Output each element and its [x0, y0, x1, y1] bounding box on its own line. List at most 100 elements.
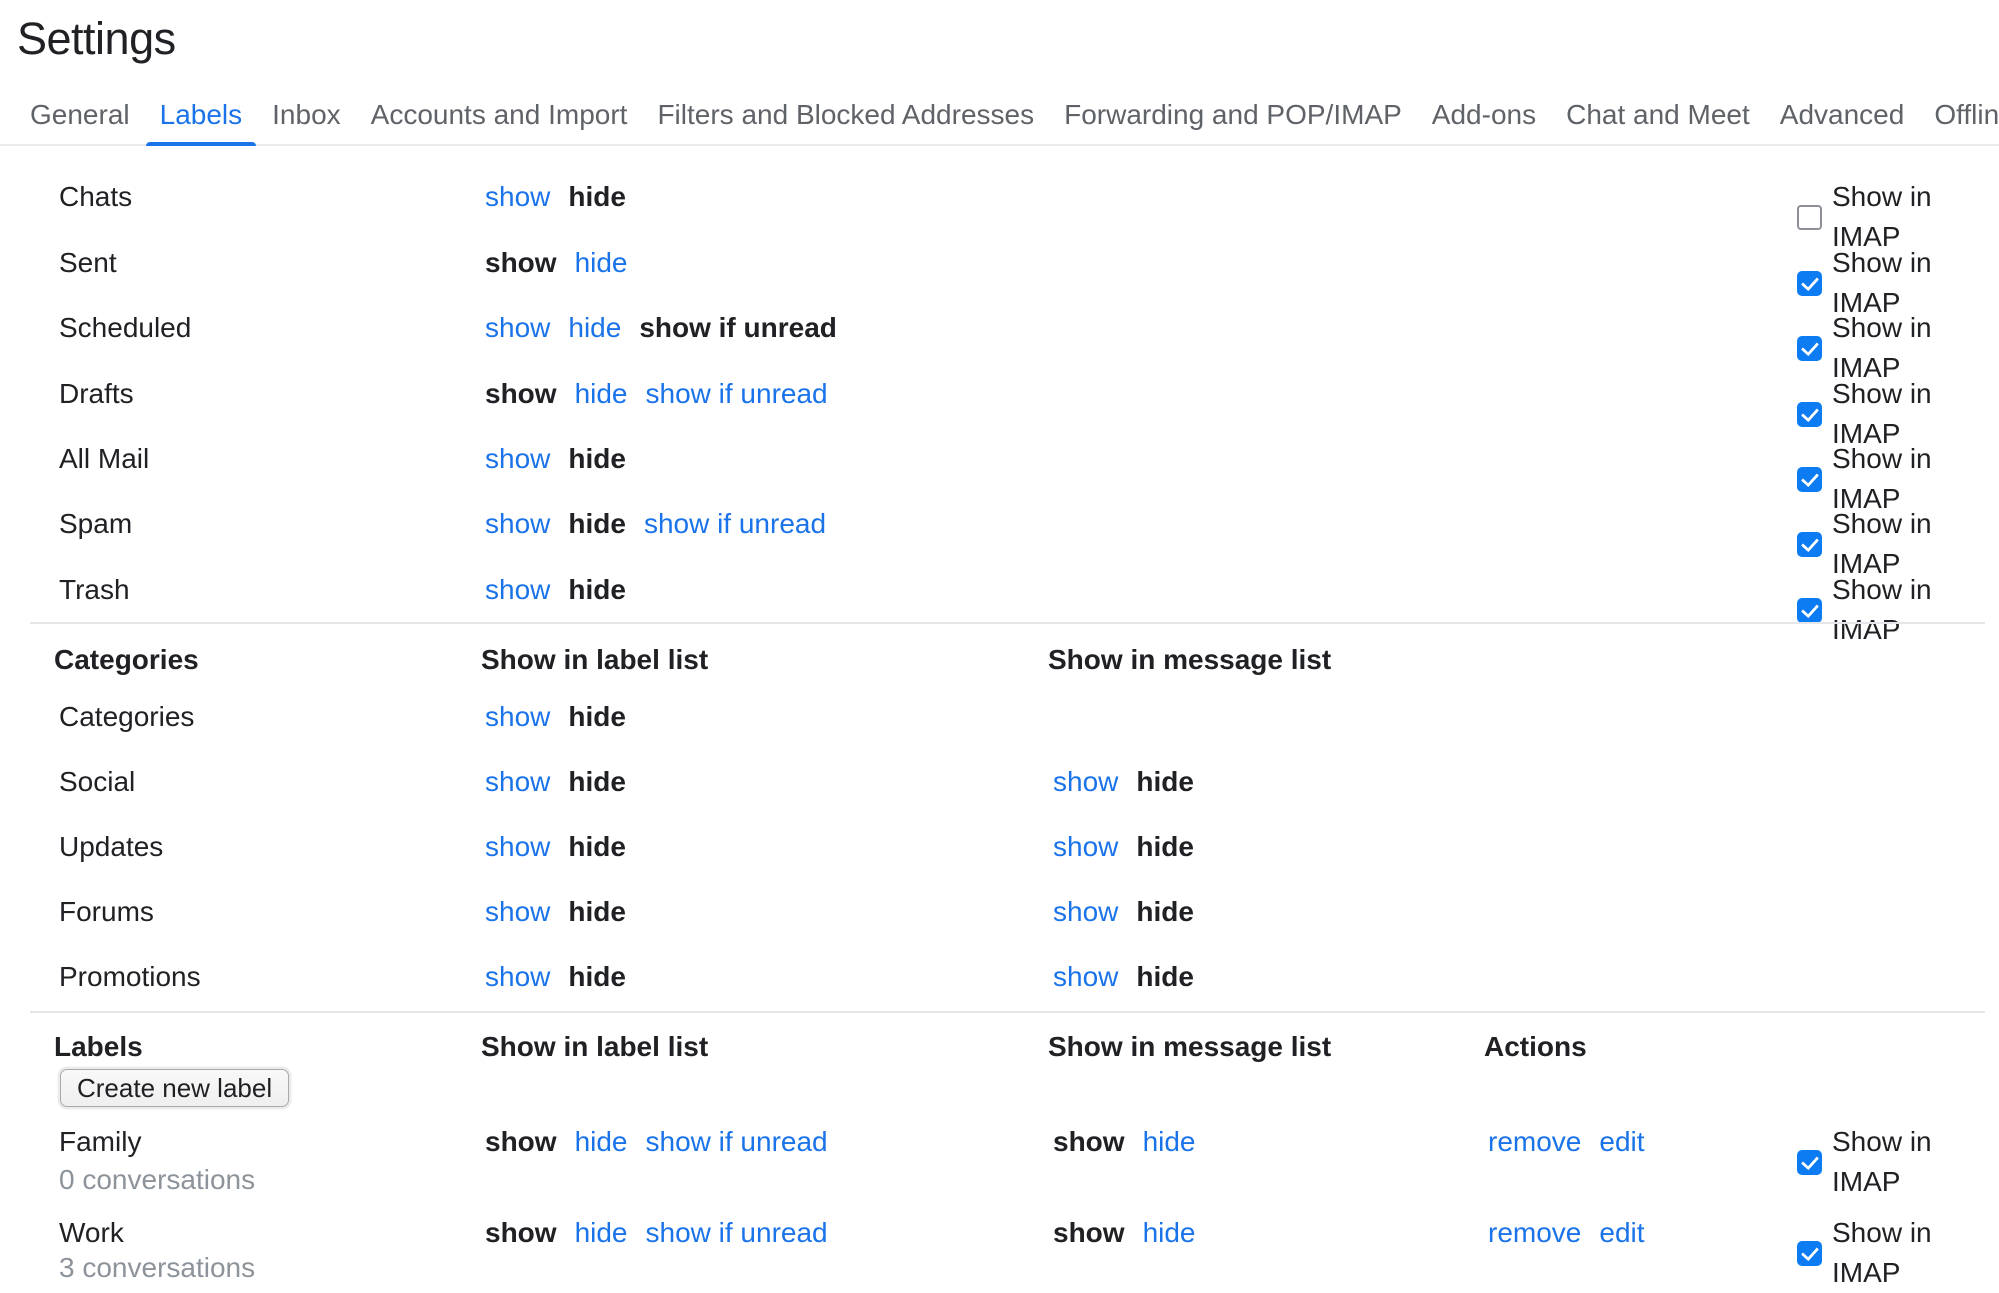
tab-filters-and-blocked-addresses[interactable]: Filters and Blocked Addresses: [643, 84, 1048, 146]
show-option-link[interactable]: show: [485, 439, 550, 479]
show-if-unread-link[interactable]: show if unread: [646, 1122, 828, 1162]
hide-option-current: hide: [568, 439, 626, 479]
hide-option-link[interactable]: hide: [1143, 1213, 1196, 1253]
hide-option-current: hide: [568, 827, 626, 867]
show-option-link[interactable]: show: [485, 892, 550, 932]
settings-tabs: General Labels Inbox Accounts and Import…: [16, 84, 1999, 146]
labels-section-title: Labels: [54, 1027, 414, 1067]
show-option-link[interactable]: show: [485, 762, 550, 802]
row-label: Sent: [59, 243, 419, 283]
tab-inbox[interactable]: Inbox: [258, 84, 355, 146]
show-if-unread-current: show if unread: [639, 308, 837, 348]
remove-label-link[interactable]: remove: [1488, 1122, 1581, 1162]
edit-label-link[interactable]: edit: [1599, 1213, 1644, 1253]
imap-checkbox[interactable]: [1797, 532, 1822, 557]
show-option-current: show: [1053, 1213, 1125, 1253]
table-row-chats: Chats show hide Show in IMAP: [0, 177, 1999, 217]
hide-option-current: hide: [568, 762, 626, 802]
show-option-link[interactable]: show: [1053, 957, 1118, 997]
imap-checkbox[interactable]: [1797, 467, 1822, 492]
table-row-sent: Sent show hide Show in IMAP: [0, 243, 1999, 283]
hide-option-link[interactable]: hide: [575, 1122, 628, 1162]
show-if-unread-link[interactable]: show if unread: [646, 1213, 828, 1253]
imap-checkbox[interactable]: [1797, 1150, 1822, 1175]
row-label: All Mail: [59, 439, 419, 479]
conversation-count: 3 conversations: [59, 1248, 255, 1288]
hide-option-current: hide: [1136, 762, 1194, 802]
edit-label-link[interactable]: edit: [1599, 1122, 1644, 1162]
hide-option-current: hide: [568, 177, 626, 217]
row-label: Updates: [59, 827, 419, 867]
table-row-social: Social show hide show hide: [0, 762, 1999, 802]
table-row-all-mail: All Mail show hide Show in IMAP: [0, 439, 1999, 479]
show-option-current: show: [1053, 1122, 1125, 1162]
tab-general[interactable]: General: [16, 84, 144, 146]
hide-option-link[interactable]: hide: [575, 374, 628, 414]
labels-header-row: Labels Show in label list Show in messag…: [0, 1027, 1999, 1067]
hide-option-link[interactable]: hide: [575, 1213, 628, 1253]
imap-checkbox[interactable]: [1797, 598, 1822, 623]
show-in-imap-toggle[interactable]: Show in IMAP: [1797, 1213, 1999, 1293]
imap-checkbox[interactable]: [1797, 402, 1822, 427]
conversation-count: 0 conversations: [59, 1160, 255, 1200]
column-header-label-list: Show in label list: [481, 640, 708, 680]
imap-checkbox[interactable]: [1797, 271, 1822, 296]
show-in-imap-toggle[interactable]: Show in IMAP: [1797, 570, 1999, 650]
show-if-unread-link[interactable]: show if unread: [644, 504, 826, 544]
show-in-imap-toggle[interactable]: Show in IMAP: [1797, 1122, 1999, 1202]
row-label: Promotions: [59, 957, 419, 997]
tab-advanced[interactable]: Advanced: [1766, 84, 1919, 146]
table-row-family: Family show hide show if unread show hid…: [0, 1122, 1999, 1162]
hide-option-link[interactable]: hide: [568, 308, 621, 348]
row-label: Forums: [59, 892, 419, 932]
table-row-drafts: Drafts show hide show if unread Show in …: [0, 374, 1999, 414]
hide-option-link[interactable]: hide: [575, 243, 628, 283]
show-option-current: show: [485, 1122, 557, 1162]
categories-section-title: Categories: [54, 640, 414, 680]
hide-option-current: hide: [1136, 827, 1194, 867]
show-option-link[interactable]: show: [485, 308, 550, 348]
tab-labels[interactable]: Labels: [146, 84, 257, 146]
categories-header-row: Categories Show in label list Show in me…: [0, 640, 1999, 680]
show-option-link[interactable]: show: [1053, 892, 1118, 932]
show-option-link[interactable]: show: [485, 177, 550, 217]
show-option-link[interactable]: show: [485, 697, 550, 737]
tab-accounts-and-import[interactable]: Accounts and Import: [357, 84, 642, 146]
show-option-link[interactable]: show: [485, 957, 550, 997]
row-label: Categories: [59, 697, 419, 737]
hide-option-link[interactable]: hide: [1143, 1122, 1196, 1162]
hide-option-current: hide: [568, 570, 626, 610]
imap-label: Show in IMAP: [1832, 1213, 1999, 1293]
table-row-scheduled: Scheduled show hide show if unread Show …: [0, 308, 1999, 348]
show-option-link[interactable]: show: [1053, 762, 1118, 802]
show-if-unread-link[interactable]: show if unread: [646, 374, 828, 414]
row-label: Scheduled: [59, 308, 419, 348]
show-option-link[interactable]: show: [485, 504, 550, 544]
hide-option-current: hide: [568, 892, 626, 932]
tab-add-ons[interactable]: Add-ons: [1418, 84, 1550, 146]
table-row-updates: Updates show hide show hide: [0, 827, 1999, 867]
show-option-link[interactable]: show: [485, 570, 550, 610]
remove-label-link[interactable]: remove: [1488, 1213, 1581, 1253]
column-header-message-list: Show in message list: [1048, 1027, 1331, 1067]
table-row-categories: Categories show hide: [0, 697, 1999, 737]
tab-chat-and-meet[interactable]: Chat and Meet: [1552, 84, 1764, 146]
table-row-spam: Spam show hide show if unread Show in IM…: [0, 504, 1999, 544]
row-label: Drafts: [59, 374, 419, 414]
show-option-link[interactable]: show: [485, 827, 550, 867]
imap-checkbox[interactable]: [1797, 1241, 1822, 1266]
row-label: Work: [59, 1213, 419, 1253]
tab-forwarding-and-pop-imap[interactable]: Forwarding and POP/IMAP: [1050, 84, 1416, 146]
row-label: Social: [59, 762, 419, 802]
create-new-label-button[interactable]: Create new label: [60, 1069, 289, 1107]
tab-offline[interactable]: Offline: [1920, 84, 1999, 146]
hide-option-current: hide: [568, 697, 626, 737]
hide-option-current: hide: [568, 504, 626, 544]
column-header-message-list: Show in message list: [1048, 640, 1331, 680]
settings-page: Settings General Labels Inbox Accounts a…: [0, 0, 1999, 1274]
imap-checkbox[interactable]: [1797, 205, 1822, 230]
table-row-work: Work show hide show if unread show hide …: [0, 1213, 1999, 1253]
show-option-link[interactable]: show: [1053, 827, 1118, 867]
imap-checkbox[interactable]: [1797, 336, 1822, 361]
page-title: Settings: [17, 16, 176, 61]
